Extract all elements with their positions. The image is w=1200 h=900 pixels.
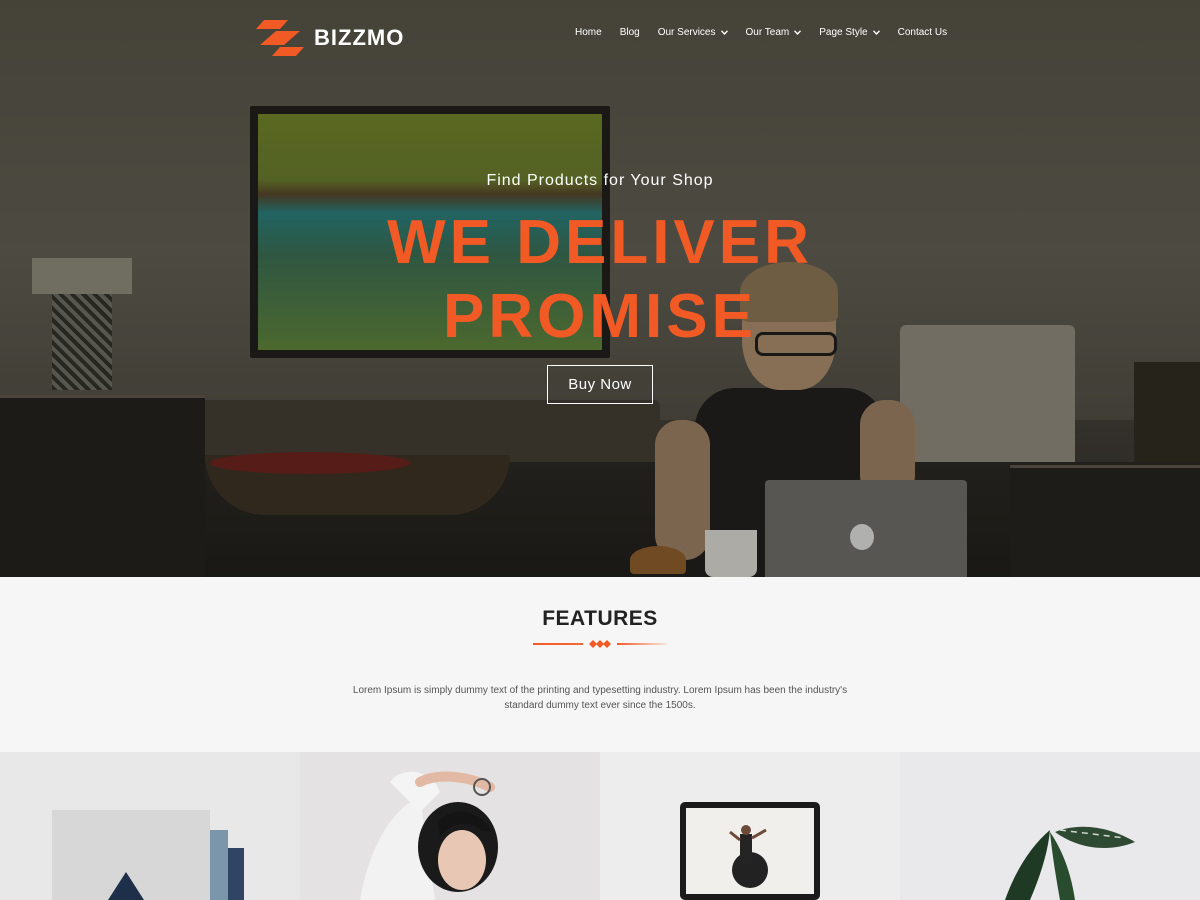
site-logo[interactable]: BIZZMO <box>256 20 404 56</box>
features-description: Lorem Ipsum is simply dummy text of the … <box>352 685 848 711</box>
chevron-down-icon <box>794 27 802 37</box>
laptop-image <box>680 802 820 900</box>
abstract-shapes-image <box>52 810 244 900</box>
features-section: FEATURES Lorem Ipsum is simply dummy tex… <box>0 577 1200 752</box>
nav-item-page-style[interactable]: Page Style <box>819 24 880 40</box>
chevron-down-icon <box>720 27 728 37</box>
nav-item-label: Blog <box>619 26 640 38</box>
buy-now-button[interactable]: Buy Now <box>547 365 653 404</box>
nav-item-our-services[interactable]: Our Services <box>658 24 728 40</box>
nav-item-label: Our Team <box>745 26 790 38</box>
nav-item-label: Page Style <box>819 26 868 38</box>
hero-title-line-1: WE DELIVER <box>387 208 813 277</box>
nav-item-label: Our Services <box>657 26 716 38</box>
hero-title-line-2: PROMISE <box>443 282 757 351</box>
nav-item-blog[interactable]: Blog <box>620 24 640 40</box>
chevron-down-icon <box>872 27 880 37</box>
site-logo-text: BIZZMO <box>314 25 405 50</box>
plant-image <box>900 752 1200 900</box>
hero-subtitle: Find Products for Your Shop <box>486 172 714 189</box>
gallery-image-abstract-blocks[interactable] <box>0 752 300 900</box>
gallery-image-laptop[interactable] <box>600 752 900 900</box>
nav-item-label: Home <box>575 26 602 38</box>
nav-item-our-team[interactable]: Our Team <box>746 24 802 40</box>
nav-item-label: Contact Us <box>897 26 948 38</box>
woman-portrait-image <box>300 752 600 900</box>
main-navigation: Home Blog Our Services Our Team Page Sty… <box>575 24 965 40</box>
feature-gallery <box>0 752 1200 900</box>
nav-item-contact-us[interactable]: Contact Us <box>898 24 947 40</box>
gallery-image-plant[interactable] <box>900 752 1200 900</box>
section-divider-icon <box>533 640 667 648</box>
nav-item-home[interactable]: Home <box>575 24 602 40</box>
bizzmo-logo-icon <box>256 20 304 56</box>
features-title: FEATURES <box>542 607 658 630</box>
gallery-image-woman-portrait[interactable] <box>300 752 600 900</box>
